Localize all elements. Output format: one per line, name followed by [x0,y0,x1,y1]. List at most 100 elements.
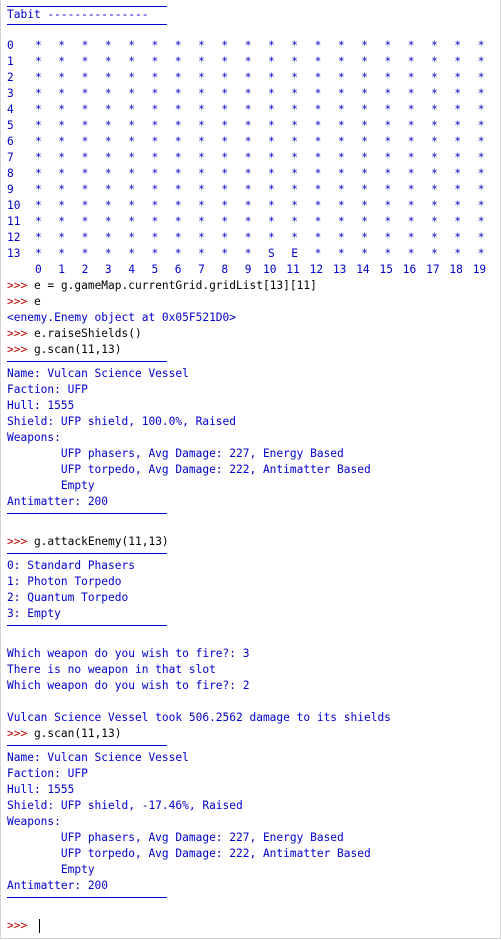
grid-cell: * [477,55,485,68]
grid-row-label: 0 [7,39,14,52]
grid-cell: * [151,103,159,116]
command-text: e = g.gameMap.currentGrid.gridList[13][1… [27,279,317,292]
grid-cell: * [58,167,66,180]
grid-cell: * [337,183,345,196]
grid-cell: * [314,39,322,52]
grid-cell: * [337,151,345,164]
grid-cell: * [244,151,252,164]
grid-cell: * [477,247,485,260]
grid-column-label: 17 [426,263,440,276]
grid-cell: * [221,151,229,164]
output-line: Antimatter: 200 [7,495,109,508]
grid-cell: * [244,71,252,84]
grid-cell: * [58,151,66,164]
grid-cell: S [268,247,275,260]
grid-cell: * [198,103,205,116]
grid-cell: * [361,215,368,228]
shell-prompt: >>> [7,727,28,740]
grid-cell: * [407,151,415,164]
grid-cell: * [104,167,112,180]
grid-cell: * [58,119,66,132]
grid-cell: * [174,231,182,244]
grid-cell: * [337,135,345,148]
grid-row: 7 * * * * * * * * * * * * * * * * * * * * [7,150,497,166]
grid-cell: * [81,247,89,260]
grid-cell: * [337,215,345,228]
grid-cell: * [431,247,438,260]
grid-cell: * [268,183,275,196]
grid-cell: * [268,231,275,244]
grid-cell: * [291,87,299,100]
grid-cell: * [128,87,135,100]
grid-cell: * [384,103,392,116]
grid-cell: * [407,231,415,244]
grid-cell: * [361,71,368,84]
grid-column-label: 14 [356,263,370,276]
grid-column-index-row: 0 1 2 3 4 5 6 7 8 9 10 11 12 13 14 15 16 17 18 19 [7,262,501,278]
grid-cell: * [477,183,485,196]
grid-column-label: 11 [286,263,300,276]
grid-cell: * [407,39,415,52]
grid-cell: * [81,199,89,212]
grid-cell: * [58,199,66,212]
output-line: 1: Photon Torpedo [7,575,122,588]
grid-cell: * [198,55,205,68]
grid-cell: * [244,167,252,180]
grid-row-label: 8 [7,167,14,180]
grid-cell: * [431,183,438,196]
grid-cell: * [337,167,345,180]
grid-cell: * [477,151,485,164]
output-line: Name: Vulcan Science Vessel [7,751,189,764]
grid-cell: * [477,215,485,228]
separator-rule [7,361,167,362]
grid-cell: * [361,247,368,260]
grid-cell: * [81,167,89,180]
python-shell-output[interactable]: Tabit --------------- 0 * * * * * * * * * * * * * * * * * *… [0,0,501,939]
grid-row-label: 12 [7,231,21,244]
grid-column-label: 7 [198,263,205,276]
grid-cell: * [221,199,229,212]
grid-cell: * [128,119,135,132]
grid-row-label: 10 [7,199,21,212]
grid-cell: * [174,199,182,212]
grid-cell: * [337,39,345,52]
grid-cell: * [104,103,112,116]
grid-cell: * [81,55,89,68]
output-line: UFP torpedo, Avg Damage: 222, Antimatter… [7,847,371,860]
grid-column-label: 5 [151,263,159,276]
grid-cell: * [128,215,135,228]
grid-cell: * [454,199,462,212]
grid-cell: * [314,71,322,84]
command-text: g.attackEnemy(11,13) [27,535,169,548]
grid-row: 11 * * * * * * * * * * * * * * * * * * * * [7,214,497,230]
grid-cell: * [477,71,485,84]
grid-cell: * [81,87,89,100]
grid-cell: * [384,55,392,68]
output-line: Faction: UFP [7,383,88,396]
grid-cell: * [151,183,159,196]
output-line: Faction: UFP [7,767,88,780]
grid-cell: * [268,55,275,68]
grid-cell: * [244,199,252,212]
grid-cell: * [104,199,112,212]
grid-row-label: 2 [7,71,14,84]
grid-cell: * [58,231,66,244]
output-line: Shield: UFP shield, -17.46%, Raised [7,799,243,812]
grid-cell: * [151,71,159,84]
grid-cell: * [291,151,299,164]
grid-cell: * [431,39,438,52]
grid-cell: * [268,167,275,180]
grid-cell: * [58,215,66,228]
grid-cell: * [244,247,252,260]
grid-cell: * [174,119,182,132]
grid-cell: * [477,135,485,148]
grid-cell: * [221,183,229,196]
grid-row: 5 * * * * * * * * * * * * * * * * * * * * [7,118,497,134]
grid-cell: * [314,103,322,116]
grid-cell: * [128,199,135,212]
input-prompt-line[interactable]: >>> [7,918,40,934]
grid-cell: * [454,87,462,100]
grid-cell: * [128,71,135,84]
grid-cell: * [407,199,415,212]
grid-cell: * [58,183,66,196]
